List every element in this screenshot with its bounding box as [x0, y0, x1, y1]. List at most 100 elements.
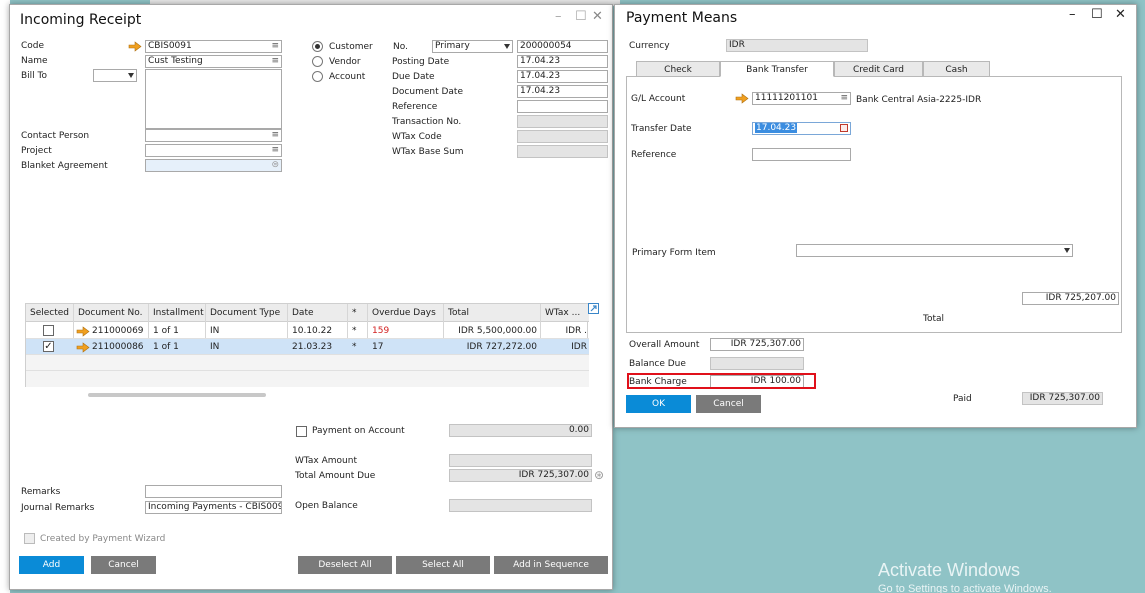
blanket-agreement-field[interactable]: ⊜: [145, 159, 282, 172]
column-header-overdue-days[interactable]: Overdue Days: [368, 304, 444, 322]
open-balance-label: Open Balance: [295, 501, 358, 511]
column-header-date[interactable]: Date: [288, 304, 348, 322]
payment-means-titlebar: Payment Means – ☐ ✕: [615, 5, 1136, 33]
contact-person-label: Contact Person: [21, 131, 90, 141]
activate-windows-subtext: Go to Settings to activate Windows.: [878, 583, 1052, 593]
lookup-icon[interactable]: ⊜: [271, 160, 279, 171]
document-date-value: 17.04.23: [520, 86, 561, 96]
maximize-icon[interactable]: ☐: [575, 10, 587, 24]
transaction-no-field: [517, 115, 608, 128]
cell-wtax: IDR .: [565, 326, 587, 336]
column-header-wtax[interactable]: WTax ...: [541, 304, 589, 322]
account-radio[interactable]: [312, 71, 323, 82]
code-field[interactable]: CBIS0091 ≡: [145, 40, 282, 53]
cancel-button[interactable]: Cancel: [91, 556, 156, 574]
bank-charge-highlight-box: [627, 373, 816, 389]
document-number-field[interactable]: 200000054: [517, 40, 608, 53]
wtax-base-sum-field: [517, 145, 608, 158]
journal-remarks-label: Journal Remarks: [21, 503, 95, 513]
customer-radio[interactable]: [312, 41, 323, 52]
expand-icon[interactable]: [588, 303, 599, 314]
ok-button[interactable]: OK: [626, 395, 691, 413]
table-row-empty: [26, 371, 589, 387]
close-icon[interactable]: ✕: [592, 10, 603, 24]
overall-amount-label: Overall Amount: [629, 340, 700, 350]
code-label: Code: [21, 41, 45, 51]
column-header-installment[interactable]: Installment: [149, 304, 206, 322]
minimize-icon[interactable]: –: [555, 10, 562, 24]
list-icon[interactable]: ≡: [840, 93, 848, 104]
chevron-down-icon: [1064, 248, 1070, 253]
column-header-document-no[interactable]: Document No.: [74, 304, 149, 322]
paid-label: Paid: [953, 394, 972, 404]
total-amount-due-field: IDR 725,307.00: [449, 469, 592, 482]
window-title: Incoming Receipt: [20, 12, 142, 28]
panel-total-label: Total: [923, 314, 945, 324]
overall-amount-field: IDR 725,307.00: [710, 338, 804, 351]
gl-account-field[interactable]: 11111201101 ≡: [752, 92, 851, 105]
cell-date: 10.10.22: [292, 326, 333, 336]
document-date-label: Document Date: [392, 87, 463, 97]
due-date-field[interactable]: 17.04.23: [517, 70, 608, 83]
reference-field[interactable]: [517, 100, 608, 113]
reference-label: Reference: [631, 150, 677, 160]
reference-label: Reference: [392, 102, 438, 112]
select-all-button[interactable]: Select All: [396, 556, 490, 574]
link-arrow-icon[interactable]: [735, 93, 749, 104]
close-icon[interactable]: ✕: [1115, 8, 1126, 22]
horizontal-scrollbar[interactable]: [88, 393, 266, 397]
bill-to-address[interactable]: [145, 69, 282, 129]
cell-overdue-days: 17: [372, 342, 384, 352]
series-dropdown[interactable]: Primary: [432, 40, 513, 53]
tab-cash[interactable]: Cash: [923, 61, 990, 77]
tab-credit-card[interactable]: Credit Card: [834, 61, 923, 77]
journal-remarks-field[interactable]: Incoming Payments - CBIS009: [145, 501, 282, 514]
chevron-down-icon: [128, 73, 134, 78]
due-date-value: 17.04.23: [520, 71, 561, 81]
table-row-selected[interactable]: ✓ 211000086 1 of 1 IN 21.03.23 * 17 IDR …: [26, 339, 589, 355]
remarks-field[interactable]: [145, 485, 282, 498]
chevron-down-icon: [504, 44, 510, 49]
column-header-selected[interactable]: Selected: [26, 304, 74, 322]
reference-field[interactable]: [752, 148, 851, 161]
deselect-all-button[interactable]: Deselect All: [298, 556, 392, 574]
list-icon[interactable]: ≡: [271, 145, 279, 156]
total-amount-due-label: Total Amount Due: [295, 471, 376, 481]
minimize-icon[interactable]: –: [1069, 8, 1076, 22]
project-field[interactable]: ≡: [145, 144, 282, 157]
recalculate-icon[interactable]: ⊛: [594, 468, 604, 482]
currency-value: IDR: [729, 40, 745, 50]
list-icon[interactable]: ≡: [271, 56, 279, 67]
payment-on-account-field[interactable]: 0.00: [449, 424, 592, 437]
currency-label: Currency: [629, 41, 670, 51]
payment-on-account-checkbox[interactable]: [296, 426, 307, 437]
wtax-base-sum-label: WTax Base Sum: [392, 147, 464, 157]
row-select-checkbox[interactable]: ✓: [43, 341, 54, 352]
payment-means-cancel-button[interactable]: Cancel: [696, 395, 761, 413]
posting-date-field[interactable]: 17.04.23: [517, 55, 608, 68]
contact-person-field[interactable]: ≡: [145, 129, 282, 142]
tab-check[interactable]: Check: [636, 61, 720, 77]
row-select-checkbox[interactable]: [43, 325, 54, 336]
add-button[interactable]: Add: [19, 556, 84, 574]
open-balance-field: [449, 499, 592, 512]
customer-radio-label: Customer: [329, 42, 373, 52]
column-header-star[interactable]: *: [348, 304, 368, 322]
name-field[interactable]: Cust Testing ≡: [145, 55, 282, 68]
column-header-document-type[interactable]: Document Type: [206, 304, 288, 322]
document-date-field[interactable]: 17.04.23: [517, 85, 608, 98]
bill-to-dropdown[interactable]: [93, 69, 137, 82]
transfer-date-field[interactable]: 17.04.23: [752, 122, 851, 135]
tab-bank-transfer[interactable]: Bank Transfer: [720, 61, 834, 77]
list-icon[interactable]: ≡: [271, 130, 279, 141]
column-header-total[interactable]: Total: [444, 304, 541, 322]
calendar-icon[interactable]: [840, 124, 848, 132]
add-in-sequence-button[interactable]: Add in Sequence: [494, 556, 608, 574]
link-arrow-icon[interactable]: [128, 41, 142, 52]
wtax-code-label: WTax Code: [392, 132, 442, 142]
primary-form-item-dropdown[interactable]: [796, 244, 1073, 257]
maximize-icon[interactable]: ☐: [1091, 8, 1103, 22]
table-row[interactable]: 211000069 1 of 1 IN 10.10.22 * 159 IDR 5…: [26, 323, 589, 339]
vendor-radio[interactable]: [312, 56, 323, 67]
list-icon[interactable]: ≡: [271, 41, 279, 52]
